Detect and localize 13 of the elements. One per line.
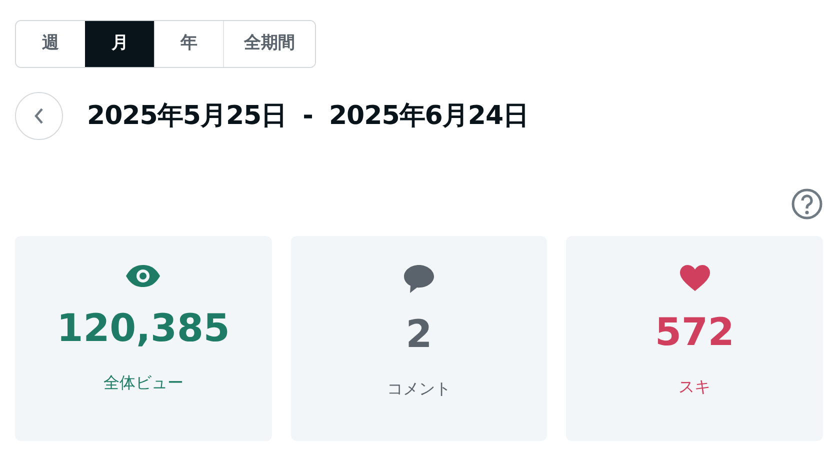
stat-label: コメント	[387, 378, 451, 400]
period-tab[interactable]: 全期間	[223, 21, 315, 67]
date-separator: -	[302, 100, 313, 132]
chevron-left-icon	[33, 107, 45, 125]
end-date: 2025年6月24日	[328, 100, 529, 132]
stat-value: 2	[406, 311, 432, 358]
stat-value: 572	[655, 309, 734, 356]
help-icon[interactable]	[791, 188, 823, 220]
stat-label: 全体ビュー	[103, 372, 184, 394]
start-date: 2025年5月25日	[87, 100, 287, 132]
stat-value: 120,385	[56, 305, 230, 352]
period-tab[interactable]: 月	[85, 21, 154, 67]
stat-label: スキ	[678, 376, 711, 398]
